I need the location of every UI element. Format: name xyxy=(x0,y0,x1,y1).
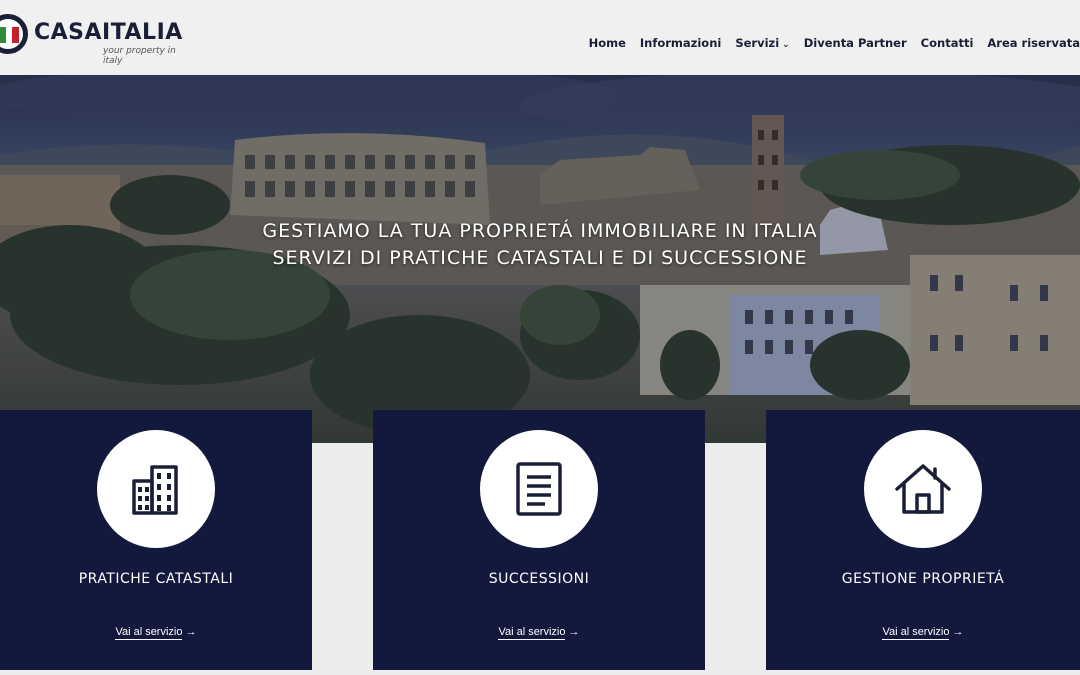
link-label: Vai al servizio xyxy=(882,626,950,640)
logo-emblem-icon xyxy=(0,14,28,54)
logo[interactable]: CASAITALIA your property in italy xyxy=(0,12,188,66)
hero-subheadline: SERVIZI DI PRATICHE CATASTALI E DI SUCCE… xyxy=(272,247,808,269)
logo-tagline: your property in italy xyxy=(103,46,176,66)
link-label: Vai al servizio xyxy=(498,626,566,640)
arrow-right-icon: → xyxy=(952,626,964,638)
arrow-right-icon: → xyxy=(185,626,197,638)
service-card-successioni[interactable]: SUCCESSIONI Vai al servizio → xyxy=(373,410,705,670)
card-title: GESTIONE PROPRIETÁ xyxy=(841,571,1005,587)
card-title: SUCCESSIONI xyxy=(488,571,590,587)
nav-area-riservata[interactable]: Area riservata xyxy=(987,36,1080,50)
vai-al-servizio-link[interactable]: Vai al servizio → xyxy=(0,626,312,640)
site-header: CASAITALIA your property in italy Home I… xyxy=(0,0,1080,76)
nav-contatti[interactable]: Contatti xyxy=(921,36,974,50)
document-icon xyxy=(516,462,562,516)
nav-diventa-partner[interactable]: Diventa Partner xyxy=(804,36,907,50)
vai-al-servizio-link[interactable]: Vai al servizio → xyxy=(373,626,705,640)
nav-servizi-label: Servizi xyxy=(735,36,780,50)
document-icon-circle xyxy=(480,430,598,548)
hero-banner: GESTIAMO LA TUA PROPRIETÁ IMMOBILIARE IN… xyxy=(0,75,1080,443)
nav-informazioni[interactable]: Informazioni xyxy=(640,36,721,50)
hero-headline: GESTIAMO LA TUA PROPRIETÁ IMMOBILIARE IN… xyxy=(262,220,818,242)
logo-text: CASAITALIA xyxy=(34,20,183,45)
card-title: PRATICHE CATASTALI xyxy=(78,571,234,587)
service-card-pratiche-catastali[interactable]: PRATICHE CATASTALI Vai al servizio → xyxy=(0,410,312,670)
link-label: Vai al servizio xyxy=(115,626,183,640)
house-icon xyxy=(895,464,951,514)
vai-al-servizio-link[interactable]: Vai al servizio → xyxy=(766,626,1080,640)
nav-servizi[interactable]: Servizi ⌄ xyxy=(735,36,789,50)
service-card-gestione-proprieta[interactable]: GESTIONE PROPRIETÁ Vai al servizio → xyxy=(766,410,1080,670)
arrow-right-icon: → xyxy=(568,626,580,638)
chevron-down-icon: ⌄ xyxy=(782,40,790,50)
house-icon-circle xyxy=(864,430,982,548)
nav-home[interactable]: Home xyxy=(589,36,626,50)
main-nav: Home Informazioni Servizi ⌄ Diventa Partn… xyxy=(575,36,1080,50)
building-icon xyxy=(132,465,178,515)
building-icon-circle xyxy=(97,430,215,548)
